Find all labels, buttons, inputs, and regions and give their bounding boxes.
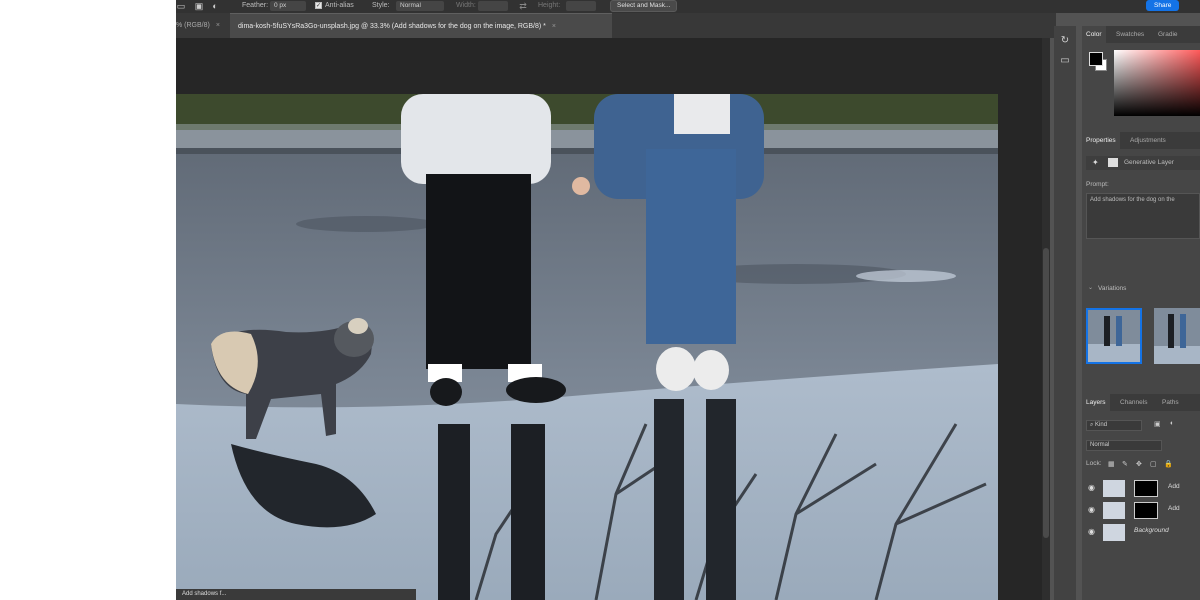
layers-panel-tabs: Layers Channels Paths	[1082, 394, 1200, 411]
lock-label: Lock:	[1086, 460, 1102, 467]
generative-layer-row: ✦ Generative Layer	[1086, 156, 1200, 170]
eye-icon[interactable]: ◉	[1088, 483, 1095, 492]
options-bar: ▭ ▣ ◐ Feather: 0 px ✓ Anti-alias Style: …	[176, 0, 1200, 13]
variations-label: Variations	[1098, 285, 1127, 292]
color-picker-field[interactable]	[1114, 50, 1200, 116]
filter-adjustment-icon[interactable]: ◐	[1170, 420, 1174, 427]
vertical-scrollbar[interactable]	[1042, 38, 1050, 600]
swap-dimensions-icon[interactable]: ⇄	[518, 1, 528, 11]
lock-position-icon[interactable]: ✥	[1136, 460, 1142, 468]
tab-active-document[interactable]: dima-kosh-5fuSYsRa3Go-unsplash.jpg @ 33.…	[230, 13, 612, 38]
eye-icon[interactable]: ◉	[1088, 505, 1095, 514]
document-image[interactable]	[176, 94, 998, 600]
blend-mode-select[interactable]: Normal	[1086, 440, 1162, 451]
generative-layer-label: Generative Layer	[1124, 159, 1174, 166]
lock-transparent-icon[interactable]: ▦	[1108, 460, 1115, 468]
swap-icon[interactable]: ◐	[210, 1, 220, 11]
layer-thumbnail	[1103, 502, 1125, 519]
prompt-label: Prompt:	[1086, 181, 1109, 188]
color-panel-tabs: Color Swatches Gradie	[1082, 26, 1200, 43]
status-bar: Add shadows f...	[176, 589, 416, 600]
right-panel: Color Swatches Gradie Properties Adjustm…	[1082, 26, 1200, 600]
tab-channels[interactable]: Channels	[1116, 394, 1151, 411]
lock-all-icon[interactable]: 🔒	[1164, 460, 1173, 468]
feather-input[interactable]: 0 px	[270, 1, 306, 11]
feather-label: Feather:	[242, 2, 269, 9]
document-tabs: % (RGB/8) × dima-kosh-5fuSYsRa3Go-unsplas…	[176, 13, 1056, 38]
properties-panel-tabs: Properties Adjustments	[1082, 132, 1200, 149]
tab-properties[interactable]: Properties	[1082, 132, 1120, 149]
tab-layers[interactable]: Layers	[1082, 394, 1110, 411]
layer-mask-thumbnail[interactable]	[1134, 502, 1158, 519]
tab-previous-document[interactable]: % (RGB/8) ×	[176, 13, 230, 38]
close-icon[interactable]: ×	[552, 23, 556, 30]
layer-filter-kind[interactable]: ⌕ Kind	[1086, 420, 1142, 431]
tab-label: % (RGB/8)	[176, 22, 210, 29]
tab-color[interactable]: Color	[1082, 26, 1106, 43]
kind-label: Kind	[1095, 422, 1108, 428]
photo-couple-and-dog	[176, 94, 998, 600]
height-label: Height:	[538, 2, 561, 9]
variation-thumbnail[interactable]	[1154, 308, 1200, 364]
photoshop-window: ▭ ▣ ◐ Feather: 0 px ✓ Anti-alias Style: …	[176, 0, 1200, 600]
layer-row[interactable]: ◉ Add	[1082, 500, 1200, 521]
panel-tool-strip: ↻ ▭	[1054, 26, 1076, 600]
layer-row[interactable]: ◉ Add	[1082, 478, 1200, 499]
antialias-checkbox[interactable]: ✓	[315, 2, 322, 9]
prompt-input[interactable]: Add shadows for the dog on the	[1086, 193, 1200, 239]
lock-image-icon[interactable]: ✎	[1122, 460, 1128, 468]
chevron-down-icon[interactable]: ⌄	[1088, 284, 1093, 291]
layer-mask-thumbnail[interactable]	[1134, 480, 1158, 497]
style-label: Style:	[372, 2, 390, 9]
variation-thumbnail-selected[interactable]	[1086, 308, 1142, 364]
width-label: Width:	[456, 2, 476, 9]
select-and-mask-button[interactable]: Select and Mask...	[610, 0, 678, 12]
width-input[interactable]	[478, 1, 508, 11]
add-selection-icon[interactable]: ▣	[194, 1, 204, 11]
layer-name: Add	[1168, 483, 1180, 490]
tab-paths[interactable]: Paths	[1158, 394, 1183, 411]
tab-adjustments[interactable]: Adjustments	[1126, 132, 1170, 149]
variation-image	[1154, 308, 1200, 364]
lock-artboard-icon[interactable]: ▢	[1150, 460, 1157, 468]
tab-gradients[interactable]: Gradie	[1154, 26, 1182, 43]
marquee-icon[interactable]: ▭	[176, 1, 186, 11]
generative-icon: ✦	[1092, 158, 1099, 167]
search-icon: ⌕	[1090, 422, 1094, 428]
share-button[interactable]: Share	[1146, 0, 1180, 11]
layer-name: Add	[1168, 505, 1180, 512]
comment-icon[interactable]: ▭	[1058, 54, 1072, 68]
antialias-label: Anti-alias	[325, 2, 354, 9]
tab-swatches[interactable]: Swatches	[1112, 26, 1148, 43]
layer-name: Background	[1134, 527, 1169, 534]
close-icon[interactable]: ×	[216, 22, 220, 29]
foreground-color-swatch[interactable]	[1089, 52, 1103, 66]
layer-thumbnail	[1103, 524, 1125, 541]
filter-image-icon[interactable]: ▣	[1154, 420, 1161, 428]
eye-icon[interactable]: ◉	[1088, 527, 1095, 536]
style-select[interactable]: Normal	[396, 1, 444, 11]
layer-row[interactable]: ◉ Background	[1082, 522, 1200, 543]
tab-label: dima-kosh-5fuSYsRa3Go-unsplash.jpg @ 33.…	[238, 23, 546, 30]
layer-thumbnail	[1103, 480, 1125, 497]
history-brush-icon[interactable]: ↻	[1058, 34, 1072, 48]
mask-icon	[1108, 158, 1118, 167]
scrollbar-thumb[interactable]	[1043, 248, 1049, 538]
variation-image	[1088, 310, 1140, 362]
height-input[interactable]	[566, 1, 596, 11]
